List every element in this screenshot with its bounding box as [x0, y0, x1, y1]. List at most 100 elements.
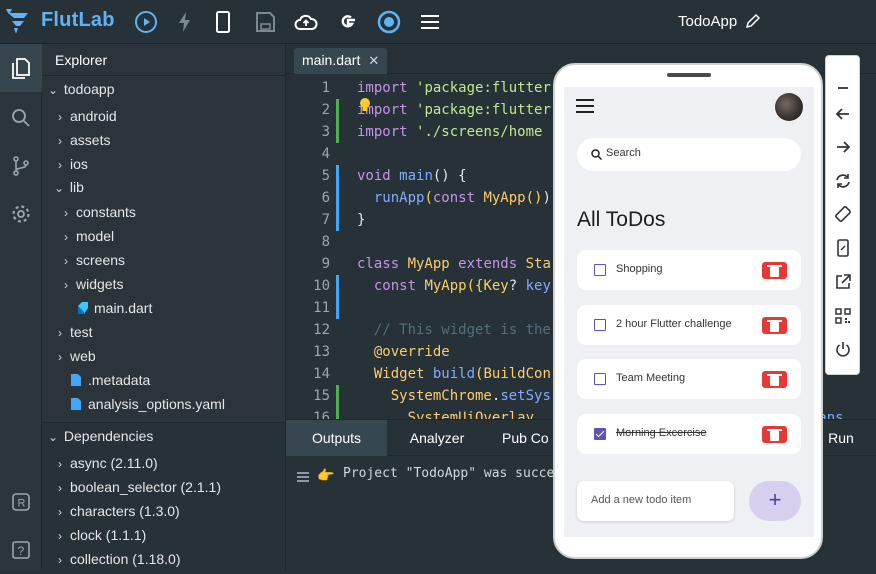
delete-button[interactable]	[762, 262, 787, 279]
tree-folder-lib[interactable]: ⌄ lib	[54, 175, 84, 199]
search-activity-button[interactable]	[0, 94, 42, 142]
emulator-controls	[825, 55, 860, 375]
edit-pencil-icon[interactable]	[745, 13, 761, 29]
hot-reload-icon[interactable]	[173, 10, 197, 34]
dependency-item[interactable]: › boolean_selector (2.1.1)	[58, 475, 221, 499]
line-number: 8	[321, 234, 330, 250]
google-icon[interactable]	[336, 10, 360, 34]
minimize-icon	[838, 87, 848, 89]
lightbulb-icon[interactable]	[359, 97, 371, 113]
tab-run[interactable]: Run	[816, 420, 866, 456]
todo-checkbox[interactable]	[594, 264, 606, 276]
tree-folder-android[interactable]: › android	[58, 104, 117, 128]
hamburger-menu-icon[interactable]	[576, 99, 594, 113]
todo-checkbox[interactable]	[594, 373, 606, 385]
qr-code-button[interactable]	[833, 306, 853, 326]
power-button[interactable]	[833, 339, 853, 359]
save-icon[interactable]	[253, 10, 277, 34]
source-control-activity-button[interactable]	[0, 142, 42, 190]
gutter-change-marker	[336, 121, 339, 143]
dependency-item[interactable]: › clock (1.1.1)	[58, 523, 146, 547]
search-input[interactable]: Search	[577, 138, 801, 171]
rotate-button[interactable]	[833, 204, 853, 224]
chevron-right-icon: ›	[58, 553, 62, 567]
todo-item[interactable]: Shopping	[577, 250, 801, 290]
todo-item[interactable]: 2 hour Flutter challenge	[577, 305, 801, 345]
open-external-button[interactable]	[833, 272, 853, 292]
run-icon[interactable]	[134, 10, 158, 34]
tree-folder-web[interactable]: › web	[58, 344, 96, 368]
chevron-down-icon: ⌄	[48, 83, 59, 97]
tab-main-dart[interactable]: main.dart ✕	[294, 48, 388, 74]
add-todo-button[interactable]: +	[749, 481, 801, 521]
chevron-right-icon: ›	[58, 110, 62, 124]
todo-item[interactable]: Team Meeting	[577, 359, 801, 399]
forward-button[interactable]	[833, 137, 853, 157]
device-icon[interactable]	[211, 10, 235, 34]
code-token: ()	[525, 190, 543, 206]
delete-button[interactable]	[762, 371, 787, 388]
tree-folder-widgets[interactable]: › widgets	[64, 272, 123, 296]
code-token: // This widget is the	[373, 322, 551, 338]
dependencies-header[interactable]: ⌄ Dependencies	[48, 424, 153, 448]
settings-activity-button[interactable]	[0, 190, 42, 238]
dependency-item[interactable]: › async (2.11.0)	[58, 451, 158, 475]
gutter-change-marker	[336, 209, 339, 231]
gutter-change-marker	[336, 407, 339, 419]
code-token: () {	[432, 168, 467, 184]
cloud-upload-icon[interactable]	[294, 10, 318, 34]
tab-analyzer[interactable]: Analyzer	[387, 420, 487, 456]
dependency-item[interactable]: › characters (1.3.0)	[58, 499, 180, 523]
line-number: 11	[313, 300, 330, 316]
phone-screen: Search All ToDos Shopping 2 hour Flutter…	[564, 87, 814, 537]
code-token: )	[542, 190, 551, 206]
refresh-button[interactable]	[833, 171, 853, 191]
target-icon[interactable]	[377, 10, 401, 34]
tree-folder-ios[interactable]: › ios	[58, 152, 88, 176]
todo-item[interactable]: Morning Excercise	[577, 414, 801, 454]
add-todo-input[interactable]: Add a new todo item	[577, 481, 734, 521]
tree-folder-assets[interactable]: › assets	[58, 128, 110, 152]
tree-folder-constants[interactable]: › constants	[64, 200, 136, 224]
forward-icon	[837, 141, 851, 153]
chevron-right-icon: ›	[58, 158, 62, 172]
tree-folder-model[interactable]: › model	[64, 224, 114, 248]
close-icon[interactable]: ✕	[368, 53, 379, 68]
todo-checkbox[interactable]	[594, 319, 606, 331]
avatar[interactable]	[775, 93, 803, 121]
tree-file-metadata[interactable]: .metadata	[70, 368, 150, 392]
device-frame-button[interactable]	[833, 238, 853, 258]
chevron-right-icon: ›	[64, 254, 68, 268]
project-title[interactable]: TodoApp	[678, 13, 737, 30]
tree-file-main-dart[interactable]: main.dart	[76, 296, 152, 320]
line-number: 14	[313, 366, 330, 382]
account-r-icon: R	[12, 493, 30, 511]
todo-text: 2 hour Flutter challenge	[616, 318, 732, 330]
minimize-button[interactable]	[833, 78, 853, 98]
help-button[interactable]: ?	[0, 526, 42, 574]
menu-icon[interactable]	[418, 10, 442, 34]
account-button[interactable]: R	[0, 478, 42, 526]
todo-checkbox-checked[interactable]	[594, 428, 606, 440]
dependency-item[interactable]: › collection (1.18.0)	[58, 547, 181, 571]
line-number: 1	[321, 80, 330, 96]
chevron-right-icon: ›	[64, 278, 68, 292]
line-number: 5	[321, 168, 330, 184]
delete-button[interactable]	[762, 317, 787, 334]
explorer-title: Explorer	[42, 44, 285, 76]
list-icon[interactable]	[297, 472, 309, 482]
tree-file-analysis-options[interactable]: analysis_options.yaml	[70, 392, 225, 416]
tree-folder-test[interactable]: › test	[58, 320, 93, 344]
tree-root-todoapp[interactable]: ⌄ todoapp	[48, 77, 115, 101]
line-number: 12	[313, 322, 330, 338]
tree-folder-screens[interactable]: › screens	[64, 248, 125, 272]
code-token: './screens/home	[416, 124, 543, 140]
files-activity-button[interactable]	[0, 44, 42, 92]
phone-notch	[667, 73, 711, 77]
code-line: import './screens/home	[357, 121, 542, 143]
chevron-down-icon: ⌄	[54, 181, 65, 195]
todo-text: Team Meeting	[616, 372, 686, 384]
back-button[interactable]	[833, 104, 853, 124]
delete-button[interactable]	[762, 426, 787, 443]
tab-outputs[interactable]: Outputs	[286, 420, 387, 456]
